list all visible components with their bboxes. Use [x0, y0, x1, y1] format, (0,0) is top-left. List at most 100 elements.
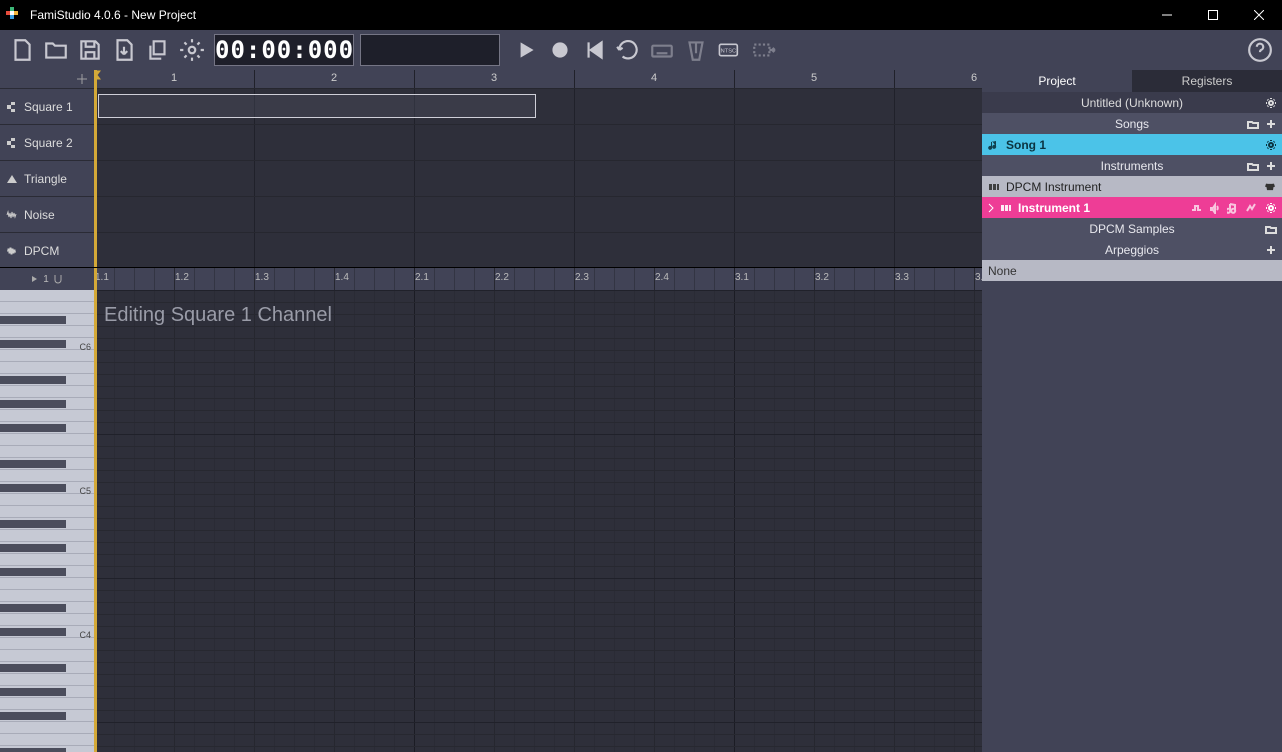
import-instrument-icon[interactable]	[1246, 159, 1260, 173]
qwerty-button[interactable]	[646, 34, 678, 66]
save-project-button[interactable]	[74, 34, 106, 66]
help-button[interactable]	[1244, 34, 1276, 66]
piano-roll: 1 C6C5C4 1.11.21.31.42.12.22.32.43.13.23…	[0, 268, 982, 752]
add-song-icon[interactable]	[1264, 117, 1278, 131]
track-row[interactable]: Noise	[0, 196, 94, 232]
expand-icon[interactable]	[988, 203, 994, 213]
piano-key[interactable]	[0, 650, 94, 662]
pattern-clip[interactable]	[98, 94, 536, 118]
piano-key[interactable]	[0, 590, 94, 602]
record-button[interactable]	[544, 34, 576, 66]
snap-icon[interactable]	[53, 274, 63, 284]
sequencer-ruler[interactable]: 123456	[94, 70, 982, 88]
instrument-row-active[interactable]: Instrument 1	[982, 197, 1282, 218]
piano-key-black[interactable]	[0, 712, 66, 720]
piano-key-black[interactable]	[0, 628, 66, 636]
pattern-number: 2	[331, 72, 337, 84]
piano-key[interactable]	[0, 446, 94, 458]
dpcm-wave-icon[interactable]	[1264, 180, 1278, 194]
piano-key-black[interactable]	[0, 688, 66, 696]
play-button[interactable]	[510, 34, 542, 66]
add-track-icon[interactable]	[76, 73, 88, 85]
piano-key[interactable]	[0, 530, 94, 542]
song-row[interactable]: Song 1	[982, 134, 1282, 155]
arpeggio-none-row[interactable]: None	[982, 260, 1282, 281]
close-button[interactable]	[1236, 0, 1282, 30]
piano-key[interactable]	[0, 578, 94, 590]
piano-key-black[interactable]	[0, 340, 66, 348]
piano-key-black[interactable]	[0, 604, 66, 612]
metronome-button[interactable]	[680, 34, 712, 66]
piano-key[interactable]	[0, 698, 94, 710]
piano-key[interactable]	[0, 326, 94, 338]
timecode-display[interactable]: 00:00:000	[214, 34, 354, 66]
piano-key-black[interactable]	[0, 568, 66, 576]
envelope-volume-icon[interactable]	[1208, 201, 1222, 215]
track-row[interactable]: Square 2	[0, 124, 94, 160]
piano-keyboard[interactable]: C6C5C4	[0, 290, 94, 752]
envelope-duty-icon[interactable]	[1190, 201, 1204, 215]
piano-key[interactable]	[0, 434, 94, 446]
envelope-arp-icon[interactable]	[1244, 201, 1258, 215]
tab-registers[interactable]: Registers	[1132, 70, 1282, 92]
sequencer-lane[interactable]	[94, 124, 982, 160]
sequencer-lane[interactable]	[94, 232, 982, 267]
track-row[interactable]: DPCM	[0, 232, 94, 268]
piano-roll-playhead[interactable]	[94, 268, 97, 752]
channel-dpcm-icon	[6, 245, 18, 257]
new-project-button[interactable]	[6, 34, 38, 66]
piano-key[interactable]	[0, 554, 94, 566]
piano-roll-grid[interactable]: 1.11.21.31.42.12.22.32.43.13.23.33.4 Edi…	[94, 268, 982, 752]
piano-key-black[interactable]	[0, 316, 66, 324]
import-sample-icon[interactable]	[1264, 222, 1278, 236]
sequencer-lane[interactable]	[94, 196, 982, 232]
piano-key[interactable]	[0, 734, 94, 746]
track-row[interactable]: Square 1	[0, 88, 94, 124]
pattern-number: 5	[811, 72, 817, 84]
piano-key[interactable]	[0, 722, 94, 734]
song-settings-icon[interactable]	[1264, 138, 1278, 152]
project-name-row[interactable]: Untitled (Unknown)	[982, 92, 1282, 113]
project-settings-icon[interactable]	[1264, 96, 1278, 110]
piano-key-black[interactable]	[0, 544, 66, 552]
piano-key[interactable]	[0, 290, 94, 302]
piano-key-black[interactable]	[0, 376, 66, 384]
envelope-pitch-icon[interactable]	[1226, 201, 1240, 215]
piano-key-black[interactable]	[0, 460, 66, 468]
rewind-button[interactable]	[578, 34, 610, 66]
piano-key-black[interactable]	[0, 400, 66, 408]
piano-key-black[interactable]	[0, 520, 66, 528]
maximize-button[interactable]	[1190, 0, 1236, 30]
sequencer-lane[interactable]	[94, 160, 982, 196]
piano-key[interactable]	[0, 386, 94, 398]
sequencer-grid[interactable]: 123456	[94, 70, 982, 267]
add-instrument-icon[interactable]	[1264, 159, 1278, 173]
instrument-row-dpcm[interactable]: DPCM Instrument	[982, 176, 1282, 197]
instrument-settings-icon[interactable]	[1264, 201, 1278, 215]
add-arpeggio-icon[interactable]	[1264, 243, 1278, 257]
piano-key-black[interactable]	[0, 424, 66, 432]
track-row[interactable]: Triangle	[0, 160, 94, 196]
follow-button[interactable]	[748, 34, 780, 66]
open-project-button[interactable]	[40, 34, 72, 66]
piano-key-black[interactable]	[0, 664, 66, 672]
copy-button[interactable]	[142, 34, 174, 66]
piano-key[interactable]	[0, 302, 94, 314]
piano-key[interactable]	[0, 410, 94, 422]
ntsc-button[interactable]: NTSC	[714, 34, 746, 66]
piano-key[interactable]	[0, 614, 94, 626]
piano-key-black[interactable]	[0, 748, 66, 752]
piano-key[interactable]	[0, 362, 94, 374]
loop-button[interactable]	[612, 34, 644, 66]
piano-key[interactable]	[0, 470, 94, 482]
piano-key-black[interactable]	[0, 484, 66, 492]
tab-project[interactable]: Project	[982, 70, 1132, 92]
export-button[interactable]	[108, 34, 140, 66]
piano-key[interactable]	[0, 674, 94, 686]
playhead[interactable]	[94, 70, 97, 267]
piano-roll-ruler[interactable]: 1.11.21.31.42.12.22.32.43.13.23.33.4	[94, 268, 982, 290]
settings-button[interactable]	[176, 34, 208, 66]
minimize-button[interactable]	[1144, 0, 1190, 30]
piano-key[interactable]	[0, 506, 94, 518]
import-song-icon[interactable]	[1246, 117, 1260, 131]
